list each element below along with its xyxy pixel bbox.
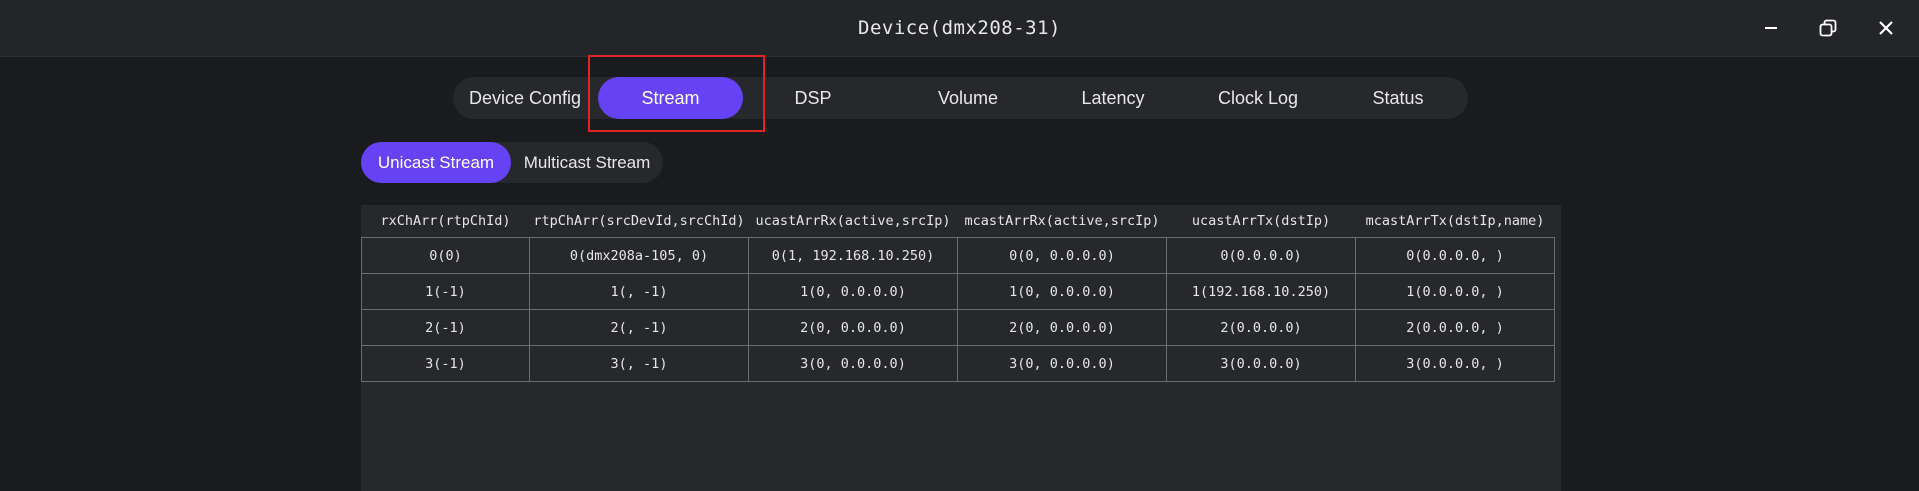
- table-cell: 0(0.0.0.0, ): [1355, 237, 1555, 274]
- table-cell: 2(0.0.0.0): [1166, 309, 1356, 346]
- tab-status[interactable]: Status: [1333, 77, 1463, 119]
- table-cell: 0(0.0.0.0): [1166, 237, 1356, 274]
- tab-clock-log[interactable]: Clock Log: [1188, 77, 1328, 119]
- table-cell: 2(-1): [361, 309, 530, 346]
- table-cell: 2(, -1): [529, 309, 749, 346]
- table-cell: 2(0.0.0.0, ): [1355, 309, 1555, 346]
- table-cell: 3(-1): [361, 345, 530, 382]
- window-title: Device(dmx208-31): [858, 17, 1061, 39]
- stream-sub-tabs: Unicast Stream Multicast Stream: [361, 142, 663, 183]
- column-header: ucastArrTx(dstIp): [1191, 213, 1331, 229]
- table-cell: 0(dmx208a-105, 0): [529, 237, 749, 274]
- stream-table: rxChArr(rtpChId) rtpChArr(srcDevId,srcCh…: [361, 205, 1555, 382]
- table-cell: 0(1, 192.168.10.250): [748, 237, 958, 274]
- table-cell: 0(0): [361, 237, 530, 274]
- title-bar: Device(dmx208-31): [0, 0, 1919, 57]
- column-header: rxChArr(rtpChId): [380, 213, 511, 229]
- column-header: ucastArrRx(active,srcIp): [755, 213, 951, 229]
- subtab-multicast-stream[interactable]: Multicast Stream: [511, 142, 663, 183]
- tab-dsp[interactable]: DSP: [758, 77, 868, 119]
- table-cell: 3(0, 0.0.0.0): [748, 345, 958, 382]
- column-header: mcastArrRx(active,srcIp): [964, 213, 1160, 229]
- table-cell: 1(0.0.0.0, ): [1355, 273, 1555, 310]
- tab-volume[interactable]: Volume: [898, 77, 1038, 119]
- table-row: 3(-1) 3(, -1) 3(0, 0.0.0.0) 3(0, 0.0.0.0…: [361, 345, 1555, 382]
- table-row: 1(-1) 1(, -1) 1(0, 0.0.0.0) 1(0, 0.0.0.0…: [361, 273, 1555, 310]
- table-cell: 1(192.168.10.250): [1166, 273, 1356, 310]
- column-header: mcastArrTx(dstIp,name): [1365, 213, 1545, 229]
- tab-latency[interactable]: Latency: [1043, 77, 1183, 119]
- tab-device-config[interactable]: Device Config: [460, 77, 590, 119]
- table-cell: 3(0.0.0.0, ): [1355, 345, 1555, 382]
- stream-table-panel: rxChArr(rtpChId) rtpChArr(srcDevId,srcCh…: [361, 205, 1561, 491]
- table-cell: 1(, -1): [529, 273, 749, 310]
- table-row: 0(0) 0(dmx208a-105, 0) 0(1, 192.168.10.2…: [361, 237, 1555, 274]
- minimize-button[interactable]: [1757, 14, 1785, 42]
- restore-button[interactable]: [1814, 14, 1842, 42]
- close-button[interactable]: [1872, 14, 1900, 42]
- main-tab-bar: Device Config Stream DSP Volume Latency …: [453, 77, 1468, 119]
- table-header-row: rxChArr(rtpChId) rtpChArr(srcDevId,srcCh…: [362, 205, 1555, 238]
- table-cell: 1(0, 0.0.0.0): [748, 273, 958, 310]
- table-cell: 2(0, 0.0.0.0): [957, 309, 1167, 346]
- table-row: 2(-1) 2(, -1) 2(0, 0.0.0.0) 2(0, 0.0.0.0…: [361, 309, 1555, 346]
- table-cell: 3(0, 0.0.0.0): [957, 345, 1167, 382]
- table-cell: 3(, -1): [529, 345, 749, 382]
- subtab-unicast-stream[interactable]: Unicast Stream: [361, 142, 511, 183]
- table-cell: 3(0.0.0.0): [1166, 345, 1356, 382]
- close-icon: [1879, 21, 1893, 35]
- table-cell: 2(0, 0.0.0.0): [748, 309, 958, 346]
- tab-stream[interactable]: Stream: [598, 77, 743, 119]
- restore-icon: [1819, 19, 1837, 37]
- table-cell: 0(0, 0.0.0.0): [957, 237, 1167, 274]
- column-header: rtpChArr(srcDevId,srcChId): [533, 213, 745, 229]
- table-cell: 1(0, 0.0.0.0): [957, 273, 1167, 310]
- table-cell: 1(-1): [361, 273, 530, 310]
- minimize-icon: [1765, 27, 1777, 29]
